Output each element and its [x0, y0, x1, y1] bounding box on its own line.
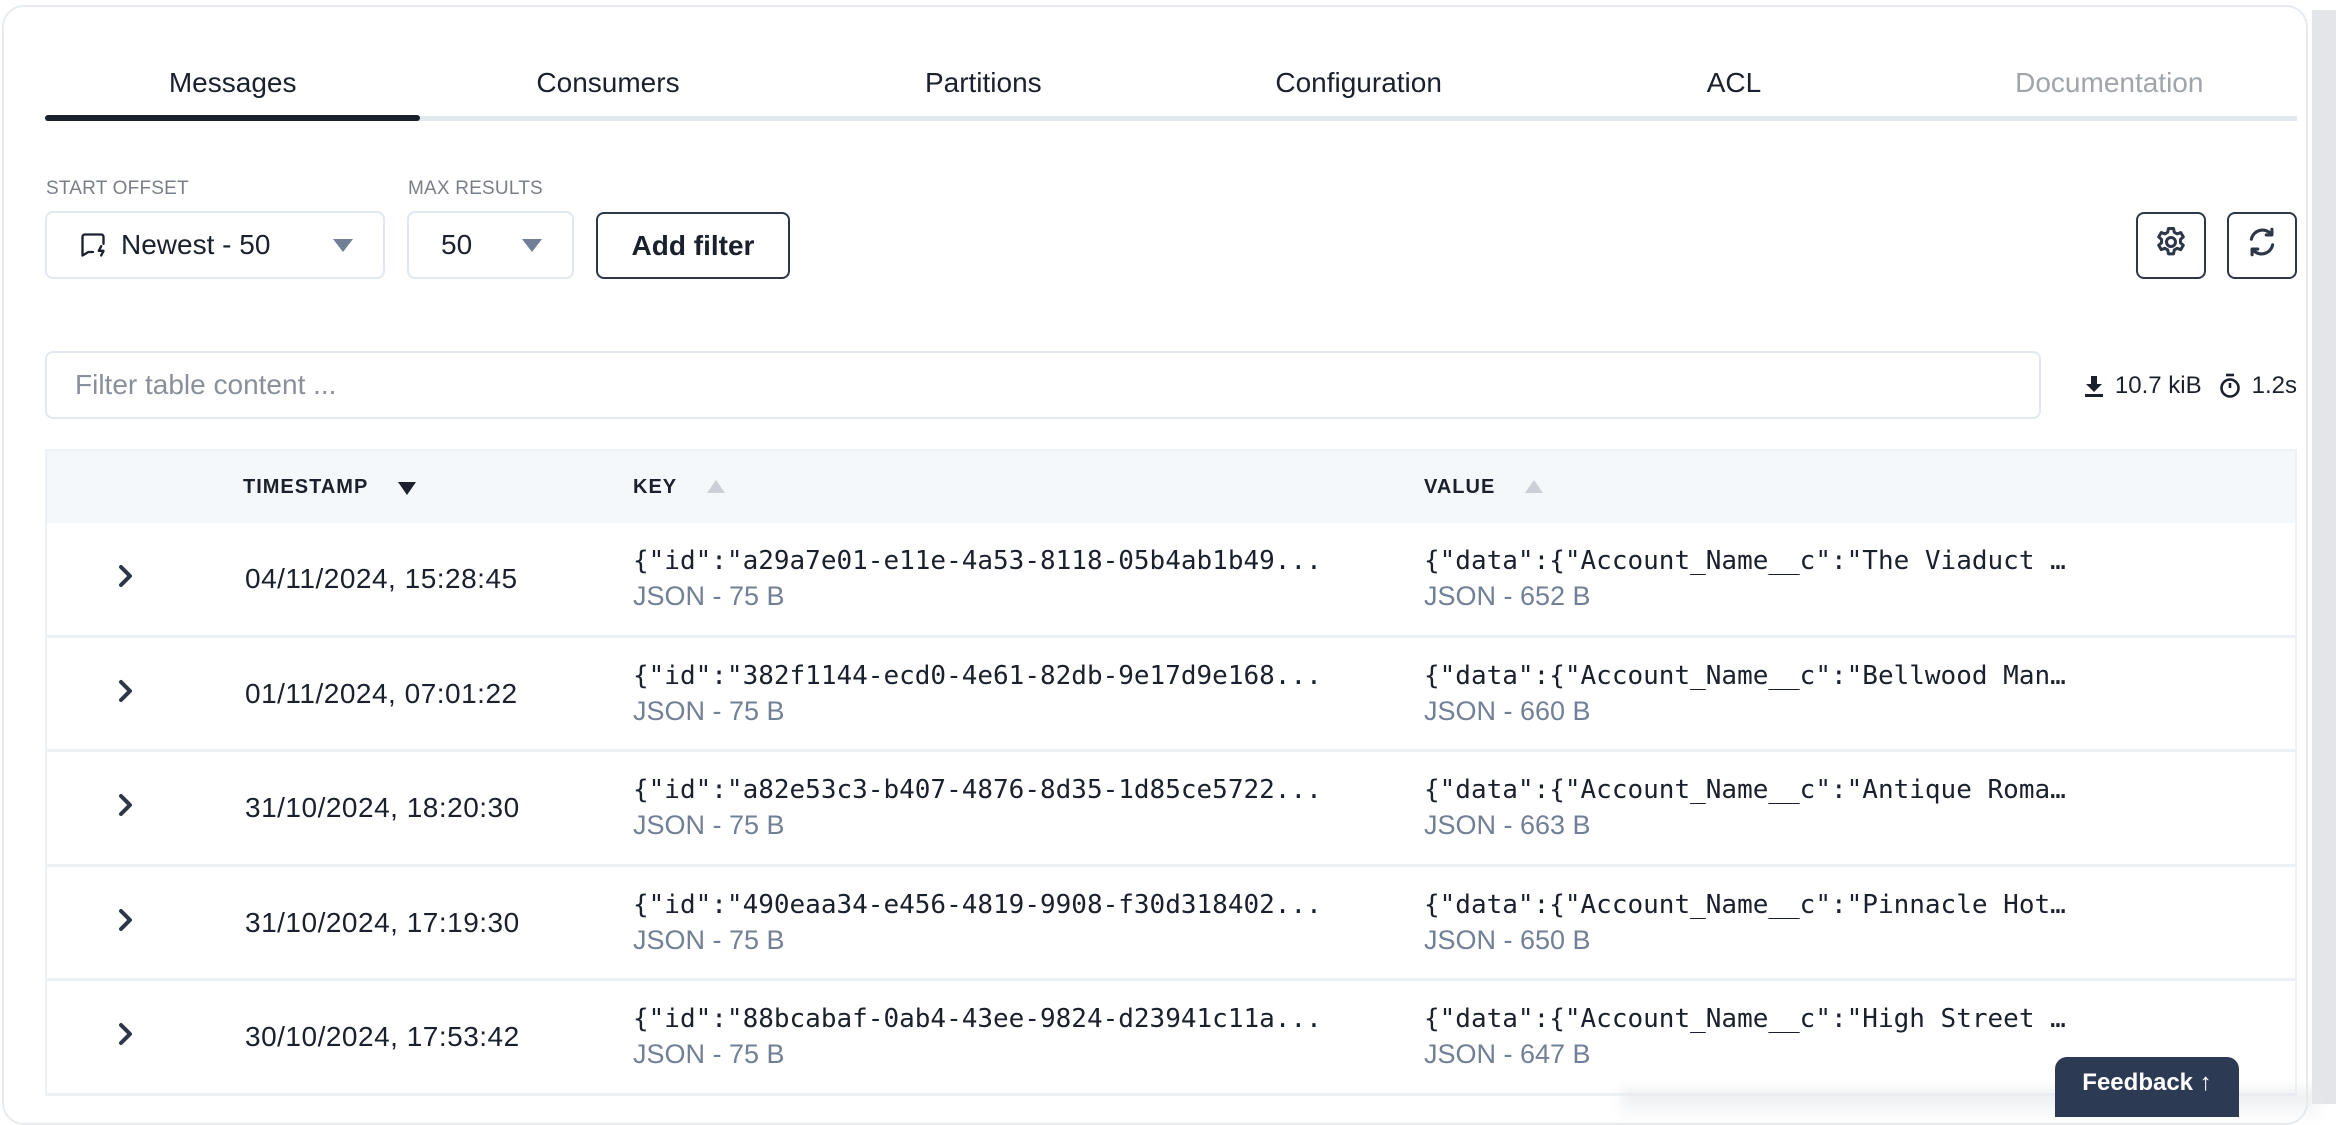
row-value: {"data":{"Account_Name__c":"The Viaduct … [1424, 543, 2066, 613]
row-key-preview: {"id":"a29a7e01-e11e-4a53-8118-05b4ab1b4… [633, 546, 1322, 576]
table-body: 04/11/2024, 15:28:45 {"id":"a29a7e01-e11… [47, 523, 2295, 1096]
row-timestamp: 30/10/2024, 17:53:42 [245, 1021, 520, 1052]
chevron-right-icon[interactable] [113, 790, 139, 820]
tab-partitions[interactable]: Partitions [796, 50, 1171, 116]
column-value-label: VALUE [1424, 476, 1496, 498]
row-key: {"id":"a82e53c3-b407-4876-8d35-1d85ce572… [633, 772, 1322, 842]
gear-icon [2153, 224, 2189, 267]
total-size: 10.7 kiB [2114, 372, 2202, 399]
feedback-button[interactable]: Feedback ↑ [2055, 1057, 2239, 1117]
row-timestamp: 31/10/2024, 17:19:30 [245, 906, 520, 938]
row-key: {"id":"490eaa34-e456-4819-9908-f30d31840… [633, 887, 1322, 957]
row-key-meta: JSON - 75 B [633, 695, 785, 726]
tab-messages[interactable]: Messages [45, 50, 421, 121]
row-value-meta: JSON - 650 B [1424, 924, 1591, 955]
start-offset-select[interactable]: Newest - 50 [45, 211, 385, 279]
refresh-icon [2245, 225, 2279, 266]
row-key-meta: JSON - 75 B [633, 924, 785, 955]
row-value-meta: JSON - 663 B [1424, 810, 1591, 840]
download-icon [2083, 374, 2105, 398]
chevron-right-icon[interactable] [113, 905, 139, 935]
message-bolt-icon [79, 231, 107, 259]
settings-button[interactable] [2136, 212, 2206, 279]
row-timestamp: 04/11/2024, 15:28:45 [245, 563, 518, 594]
elapsed-time: 1.2s [2251, 372, 2297, 399]
row-value: {"data":{"Account_Name__c":"High Street … [1424, 1001, 2066, 1071]
chevron-down-icon [333, 239, 353, 252]
row-key-meta: JSON - 75 B [633, 810, 785, 840]
row-value-preview: {"data":{"Account_Name__c":"The Viaduct … [1424, 546, 2066, 576]
row-value-meta: JSON - 660 B [1424, 695, 1591, 726]
table-row[interactable]: 31/10/2024, 18:20:30 {"id":"a82e53c3-b40… [47, 752, 2295, 867]
table-row[interactable]: 30/10/2024, 17:53:42 {"id":"88bcabaf-0ab… [47, 981, 2295, 1096]
row-key-preview: {"id":"382f1144-ecd0-4e61-82db-9e17d9e16… [633, 660, 1322, 691]
column-timestamp[interactable]: TIMESTAMP [243, 451, 417, 523]
row-value-meta: JSON - 647 B [1424, 1039, 1591, 1069]
sort-descending-icon [398, 482, 417, 495]
max-results-value: 50 [441, 229, 473, 260]
tab-acl[interactable]: ACL [1546, 50, 1921, 116]
filter-table-input[interactable] [45, 351, 2041, 419]
start-offset-label: START OFFSET [46, 178, 189, 199]
column-key[interactable]: KEY [633, 451, 726, 523]
row-value-meta: JSON - 652 B [1424, 581, 1591, 611]
chevron-right-icon[interactable] [113, 561, 139, 591]
max-results-select[interactable]: 50 [407, 211, 574, 279]
row-key-preview: {"id":"a82e53c3-b407-4876-8d35-1d85ce572… [633, 775, 1322, 805]
message-stats: 10.7 kiB 1.2s [2083, 366, 2297, 406]
row-value-preview: {"data":{"Account_Name__c":"Pinnacle Hot… [1424, 889, 2066, 920]
messages-table: TIMESTAMP KEY VALUE 04/11/2024, 15:28:45… [45, 449, 2297, 1096]
page-side-panel [2312, 10, 2336, 1104]
tab-configuration[interactable]: Configuration [1171, 50, 1546, 116]
stopwatch-icon [2218, 372, 2242, 400]
column-key-label: KEY [633, 476, 678, 498]
tab-consumers[interactable]: Consumers [420, 50, 795, 116]
row-key: {"id":"88bcabaf-0ab4-43ee-9824-d23941c11… [633, 1001, 1322, 1071]
row-key-preview: {"id":"88bcabaf-0ab4-43ee-9824-d23941c11… [633, 1004, 1322, 1034]
row-key-meta: JSON - 75 B [633, 581, 785, 611]
row-value-preview: {"data":{"Account_Name__c":"Bellwood Man… [1424, 660, 2066, 691]
row-timestamp: 01/11/2024, 07:01:22 [245, 677, 518, 709]
row-value: {"data":{"Account_Name__c":"Antique Roma… [1424, 772, 2066, 842]
tab-documentation[interactable]: Documentation [1922, 50, 2297, 116]
row-value: {"data":{"Account_Name__c":"Bellwood Man… [1424, 658, 2066, 728]
table-row[interactable]: 04/11/2024, 15:28:45 {"id":"a29a7e01-e11… [47, 523, 2295, 638]
row-value-preview: {"data":{"Account_Name__c":"Antique Roma… [1424, 775, 2066, 805]
row-timestamp: 31/10/2024, 18:20:30 [245, 792, 520, 823]
sort-ascending-icon [707, 479, 726, 493]
table-row[interactable]: 01/11/2024, 07:01:22 {"id":"382f1144-ecd… [47, 637, 2295, 752]
row-value-preview: {"data":{"Account_Name__c":"High Street … [1424, 1004, 2066, 1034]
row-value: {"data":{"Account_Name__c":"Pinnacle Hot… [1424, 887, 2066, 957]
max-results-label: MAX RESULTS [408, 178, 543, 199]
column-value[interactable]: VALUE [1424, 451, 1544, 523]
row-key-meta: JSON - 75 B [633, 1039, 785, 1069]
row-key: {"id":"382f1144-ecd0-4e61-82db-9e17d9e16… [633, 658, 1322, 728]
tab-bar: Messages Consumers Partitions Configurat… [45, 50, 2297, 121]
chevron-right-icon[interactable] [113, 676, 139, 706]
table-header: TIMESTAMP KEY VALUE [47, 449, 2295, 523]
chevron-right-icon[interactable] [113, 1019, 139, 1049]
chevron-down-icon [522, 239, 542, 252]
row-key: {"id":"a29a7e01-e11e-4a53-8118-05b4ab1b4… [633, 543, 1322, 613]
add-filter-button[interactable]: Add filter [596, 212, 790, 279]
sort-ascending-icon [1525, 479, 1544, 493]
refresh-button[interactable] [2227, 212, 2297, 279]
column-timestamp-label: TIMESTAMP [243, 476, 369, 498]
table-row[interactable]: 31/10/2024, 17:19:30 {"id":"490eaa34-e45… [47, 866, 2295, 981]
start-offset-value: Newest - 50 [121, 229, 271, 260]
row-key-preview: {"id":"490eaa34-e456-4819-9908-f30d31840… [633, 889, 1322, 920]
